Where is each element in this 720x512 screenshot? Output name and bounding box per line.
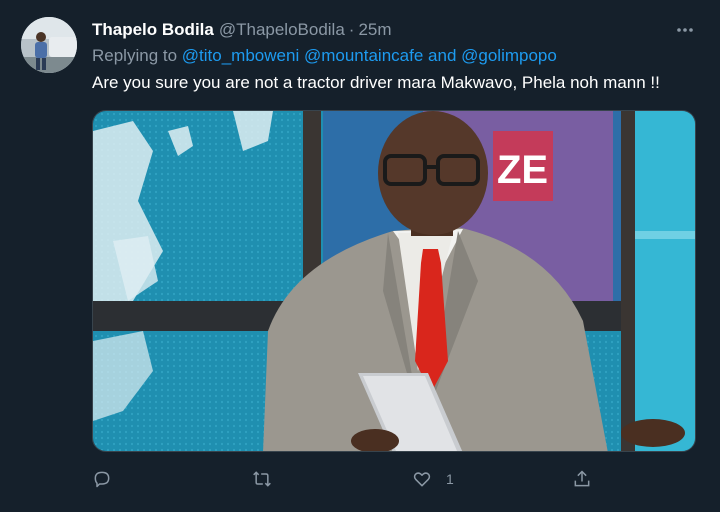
separator-dot: · — [348, 20, 355, 39]
tweet-header: Thapelo Bodila @ThapeloBodila · 25m — [92, 18, 392, 42]
author-handle[interactable]: @ThapeloBodila — [219, 20, 345, 40]
mention-link[interactable]: @mountaincafe — [304, 46, 423, 65]
avatar[interactable] — [21, 17, 77, 73]
like-button[interactable]: 1 — [412, 462, 454, 496]
mention-link[interactable]: @golimpopo — [461, 46, 557, 65]
share-icon — [574, 470, 590, 487]
reply-icon — [94, 471, 110, 488]
more-horizontal-icon — [677, 28, 693, 32]
replying-to: Replying to @tito_mboweni @mountaincafe … — [92, 46, 557, 66]
tweet-timestamp[interactable]: 25m — [358, 20, 391, 40]
retweet-button[interactable] — [252, 462, 272, 496]
tweet-actions: 1 — [92, 462, 696, 496]
tweet[interactable]: Thapelo Bodila @ThapeloBodila · 25m Repl… — [0, 0, 720, 512]
heart-icon — [413, 472, 431, 487]
author-name[interactable]: Thapelo Bodila — [92, 20, 214, 40]
tweet-text: Are you sure you are not a tractor drive… — [92, 73, 660, 92]
more-options-button[interactable] — [670, 17, 700, 43]
retweet-icon — [253, 471, 271, 487]
like-count: 1 — [446, 471, 454, 487]
news-anchor-photo: ZE — [93, 111, 695, 451]
mention-link[interactable]: @tito_mboweni — [182, 46, 299, 65]
tweet-media-image[interactable]: ZE — [92, 110, 696, 452]
avatar-image — [21, 17, 77, 73]
reply-button[interactable] — [92, 462, 112, 496]
screen-text: ZE — [497, 148, 548, 192]
share-button[interactable] — [572, 462, 592, 496]
replying-prefix: Replying to — [92, 46, 178, 65]
mention-joiner[interactable]: and — [428, 46, 456, 65]
